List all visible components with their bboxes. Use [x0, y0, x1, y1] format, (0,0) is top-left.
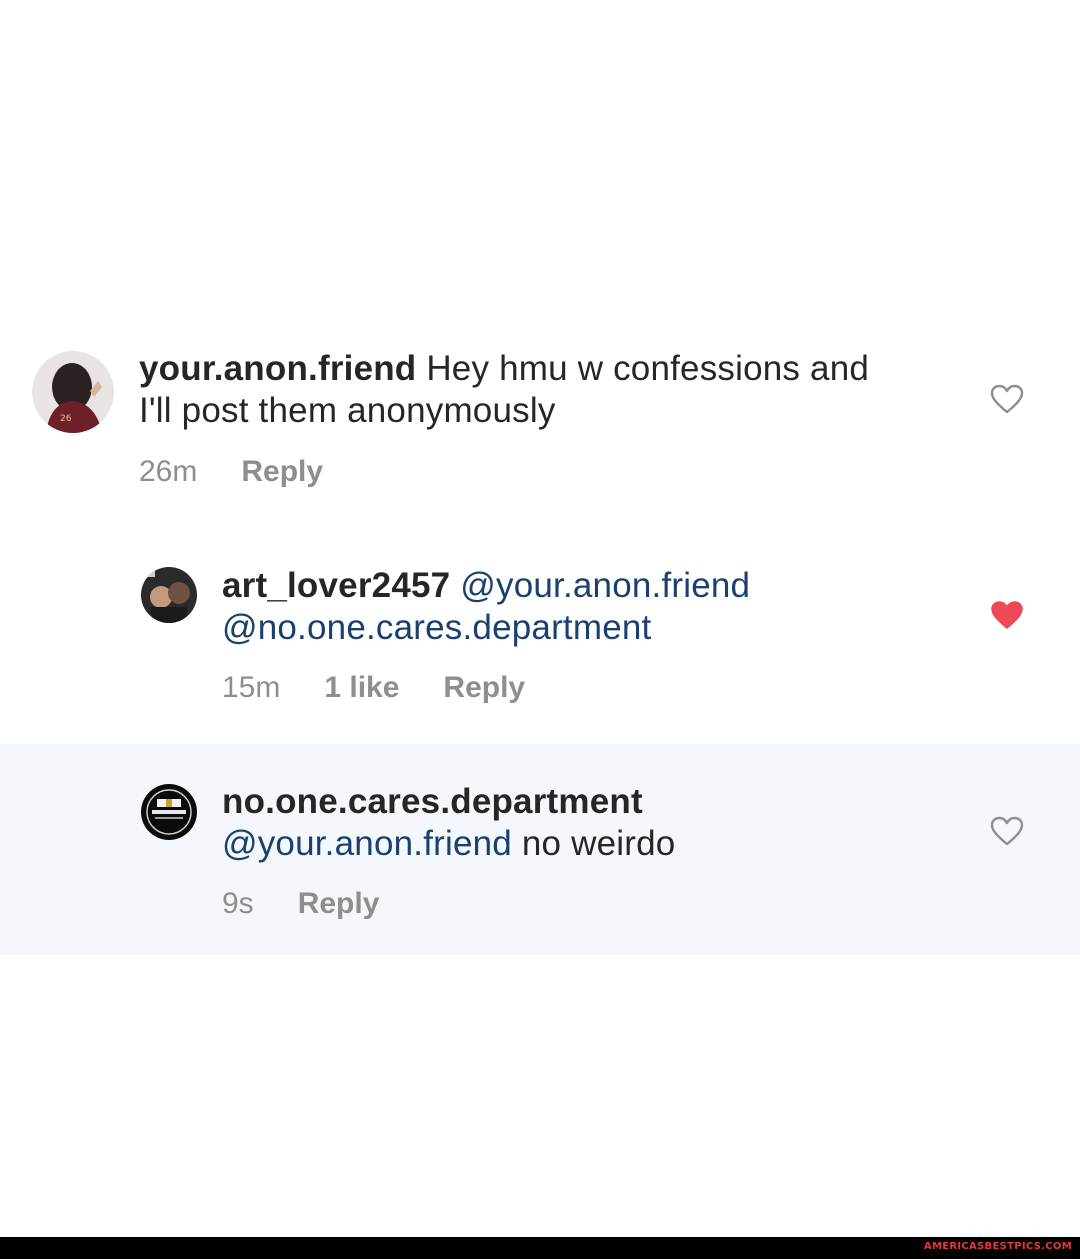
comment-body: your.anon.friend Hey hmu w confessions a… [139, 348, 959, 432]
mention-link[interactable]: @no.one.cares.department [222, 608, 651, 647]
comment-text-line2: I'll post them anonymously [139, 391, 556, 430]
mention-link[interactable]: @your.anon.friend [222, 824, 512, 863]
comment-text: Hey hmu w confessions and [416, 349, 870, 388]
avatar-image-icon [141, 567, 197, 623]
heart-outline-icon[interactable] [990, 384, 1024, 414]
avatar-image-icon [141, 784, 197, 840]
heart-outline-icon[interactable] [990, 816, 1024, 846]
avatar[interactable] [141, 567, 197, 623]
heart-filled-icon[interactable] [990, 600, 1024, 630]
comment-text: no weirdo [511, 824, 676, 863]
comment-meta: 15m 1 like Reply [222, 671, 525, 705]
avatar[interactable] [141, 784, 197, 840]
comment-username[interactable]: art_lover2457 [222, 566, 450, 605]
reply-button[interactable]: Reply [298, 887, 380, 921]
watermark-text: AMERICASBESTPICS.COM [923, 1241, 1072, 1252]
comment-meta: 9s Reply [222, 887, 379, 921]
comment-username[interactable]: no.one.cares.department [222, 782, 643, 821]
comment-body: no.one.cares.department @your.anon.frien… [222, 781, 962, 865]
avatar-image-icon: 26 [32, 351, 114, 433]
reply-button[interactable]: Reply [241, 455, 323, 489]
comment-time: 26m [139, 455, 198, 488]
comment-meta: 26m Reply [139, 455, 323, 489]
comment-username[interactable]: your.anon.friend [139, 349, 416, 388]
svg-text:26: 26 [60, 414, 72, 424]
watermark-bar: AMERICASBESTPICS.COM [0, 1237, 1080, 1259]
likes-count[interactable]: 1 like [324, 671, 399, 705]
reply-button[interactable]: Reply [443, 671, 525, 705]
comment-time: 15m [222, 671, 281, 704]
avatar[interactable]: 26 [32, 351, 114, 433]
comment-time: 9s [222, 887, 254, 920]
mention-link[interactable]: @your.anon.friend [460, 566, 750, 605]
comment-body: art_lover2457 @your.anon.friend @no.one.… [222, 565, 962, 649]
